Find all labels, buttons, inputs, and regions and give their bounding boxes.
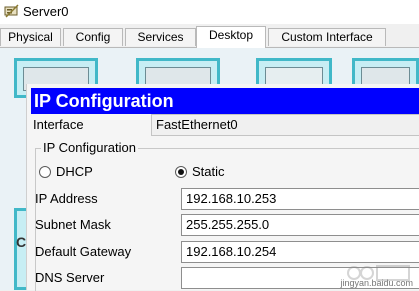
subnet-mask-input[interactable]: 255.255.255.0 (181, 214, 419, 236)
server-app-icon (4, 4, 19, 18)
interface-label: Interface (33, 117, 84, 132)
dns-server-label: DNS Server (35, 270, 105, 285)
ip-address-input[interactable]: 192.168.10.253 (181, 188, 419, 210)
watermark-text: jingyan.baidu.com (340, 278, 413, 288)
desktop-app-label-partial: C (16, 234, 27, 250)
dhcp-label: DHCP (56, 164, 93, 179)
ip-configuration-title: IP Configuration (31, 88, 419, 114)
interface-select[interactable]: FastEthernet0 (151, 114, 419, 136)
ip-configuration-group-label: IP Configuration (41, 140, 138, 155)
tab-services[interactable]: Services (125, 28, 196, 46)
ip-address-label: IP Address (35, 191, 98, 206)
tab-physical[interactable]: Physical (0, 28, 61, 46)
static-label: Static (192, 164, 225, 179)
window-title-bar: Server0 (0, 0, 419, 24)
subnet-mask-label: Subnet Mask (35, 217, 111, 232)
dhcp-radio[interactable] (39, 166, 51, 178)
tab-custom-interface[interactable]: Custom Interface (268, 28, 386, 46)
tab-config[interactable]: Config (63, 28, 123, 46)
tab-desktop[interactable]: Desktop (196, 26, 266, 48)
window-title: Server0 (23, 4, 69, 19)
default-gateway-label: Default Gateway (35, 244, 132, 259)
tab-bar: Physical Config Services Desktop Custom … (0, 26, 419, 48)
static-radio[interactable] (175, 166, 187, 178)
